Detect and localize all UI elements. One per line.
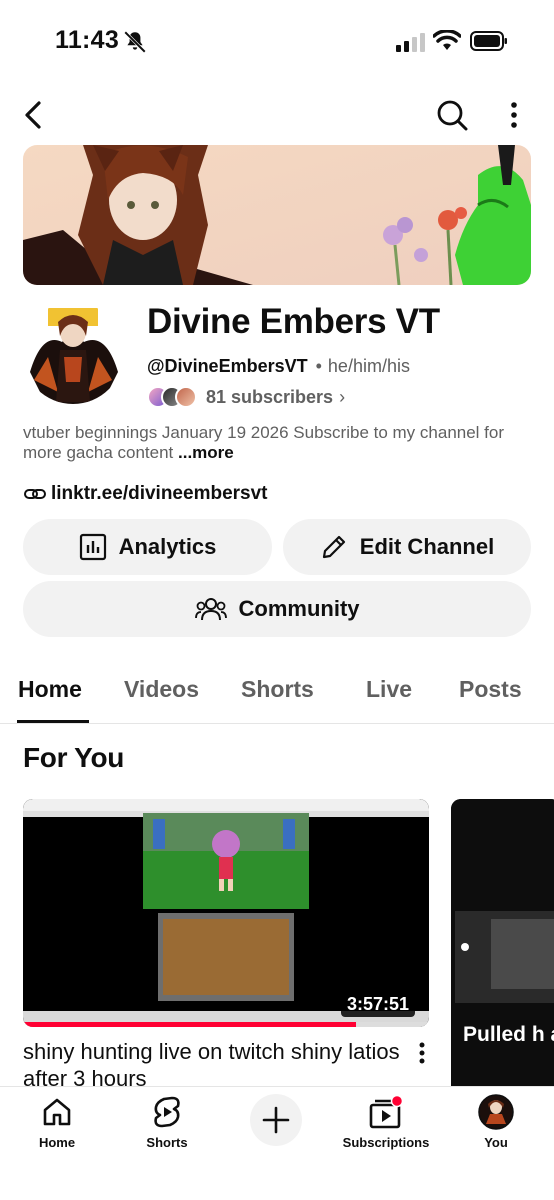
video-title[interactable]: shiny hunting live on twitch shiny latio…: [23, 1038, 403, 1092]
bell-off-icon: [124, 31, 146, 53]
tab-home[interactable]: Home: [18, 676, 82, 703]
subscriber-count: 81 subscribers: [206, 386, 334, 407]
channel-tabs: Home Videos Shorts Live Posts: [0, 668, 554, 724]
you-avatar-icon: [478, 1094, 514, 1130]
back-icon[interactable]: [20, 97, 48, 133]
status-time: 11:43: [55, 26, 120, 54]
battery-icon: [470, 31, 507, 51]
kebab-icon[interactable]: [412, 1040, 432, 1068]
pencil-icon: [322, 535, 345, 559]
status-bar: 11:43: [0, 0, 554, 84]
nav-you-label: You: [484, 1135, 508, 1150]
subscriptions-icon: [369, 1095, 404, 1129]
top-nav: [0, 95, 554, 135]
short-card[interactable]: Pulled h and wea: [451, 799, 554, 1099]
tab-videos[interactable]: Videos: [124, 676, 199, 703]
analytics-label: Analytics: [118, 534, 217, 559]
tab-live[interactable]: Live: [366, 676, 412, 703]
shorts-icon: [154, 1096, 180, 1128]
active-tab-indicator: [17, 720, 89, 723]
chevron-right-icon: ›: [339, 386, 346, 407]
analytics-icon: [79, 533, 106, 561]
nav-home-label: Home: [38, 1135, 76, 1150]
watch-progress-fill: [23, 1022, 356, 1027]
home-icon: [43, 1098, 71, 1126]
wifi-icon: [433, 30, 461, 50]
analytics-button[interactable]: Analytics: [23, 519, 272, 575]
nav-shorts[interactable]: Shorts: [112, 1093, 222, 1150]
nav-you[interactable]: You: [441, 1093, 551, 1150]
community-label: Community: [238, 596, 360, 621]
video-duration: 3:57:51: [340, 992, 415, 1017]
channel-description[interactable]: vtuber beginnings January 19 2026 Subscr…: [23, 423, 535, 463]
bottom-nav: Home Shorts Subscriptions You: [0, 1086, 554, 1200]
banner-image: [23, 145, 531, 285]
video-thumbnail[interactable]: 3:57:51: [23, 799, 429, 1027]
channel-avatar[interactable]: [22, 302, 124, 404]
subscriber-avatars: [147, 386, 201, 408]
create-button[interactable]: [250, 1094, 302, 1146]
short-thumbnail: [451, 799, 554, 1099]
section-title: For You: [23, 742, 125, 773]
channel-banner: [23, 145, 531, 285]
link-icon: [24, 489, 46, 499]
subscribers-row[interactable]: 81 subscribers ›: [147, 385, 345, 409]
link-text: linktr.ee/divineembersvt: [51, 483, 268, 504]
watch-progress: [23, 1022, 429, 1027]
channel-name: Divine Embers VT: [147, 302, 440, 341]
signal-icon: [396, 33, 425, 52]
subscriber-avatar: [175, 386, 197, 408]
separator-dot: •: [315, 356, 322, 376]
community-button[interactable]: Community: [23, 581, 531, 637]
edit-channel-button[interactable]: Edit Channel: [283, 519, 531, 575]
nav-subscriptions-label: Subscriptions: [342, 1135, 430, 1150]
channel-link[interactable]: linktr.ee/divineembersvt: [23, 482, 268, 506]
tab-shorts[interactable]: Shorts: [241, 676, 314, 703]
pronouns: he/him/his: [327, 356, 410, 376]
channel-handle: @DivineEmbersVT: [147, 356, 308, 376]
nav-shorts-label: Shorts: [146, 1135, 188, 1150]
description-text: vtuber beginnings January 19 2026 Subscr…: [23, 423, 505, 462]
community-icon: [194, 598, 227, 621]
tab-posts[interactable]: Posts: [459, 676, 522, 703]
edit-channel-label: Edit Channel: [359, 534, 495, 559]
plus-icon: [262, 1106, 290, 1134]
short-title: Pulled h and wea: [463, 1023, 554, 1046]
more-link[interactable]: ...more: [178, 443, 234, 462]
avatar-image: [22, 302, 124, 404]
search-icon[interactable]: [434, 97, 470, 133]
nav-home[interactable]: Home: [2, 1093, 112, 1150]
more-vert-icon[interactable]: [504, 97, 524, 133]
nav-subscriptions[interactable]: Subscriptions: [331, 1093, 441, 1150]
handle-row: @DivineEmbersVT • he/him/his: [147, 356, 410, 377]
